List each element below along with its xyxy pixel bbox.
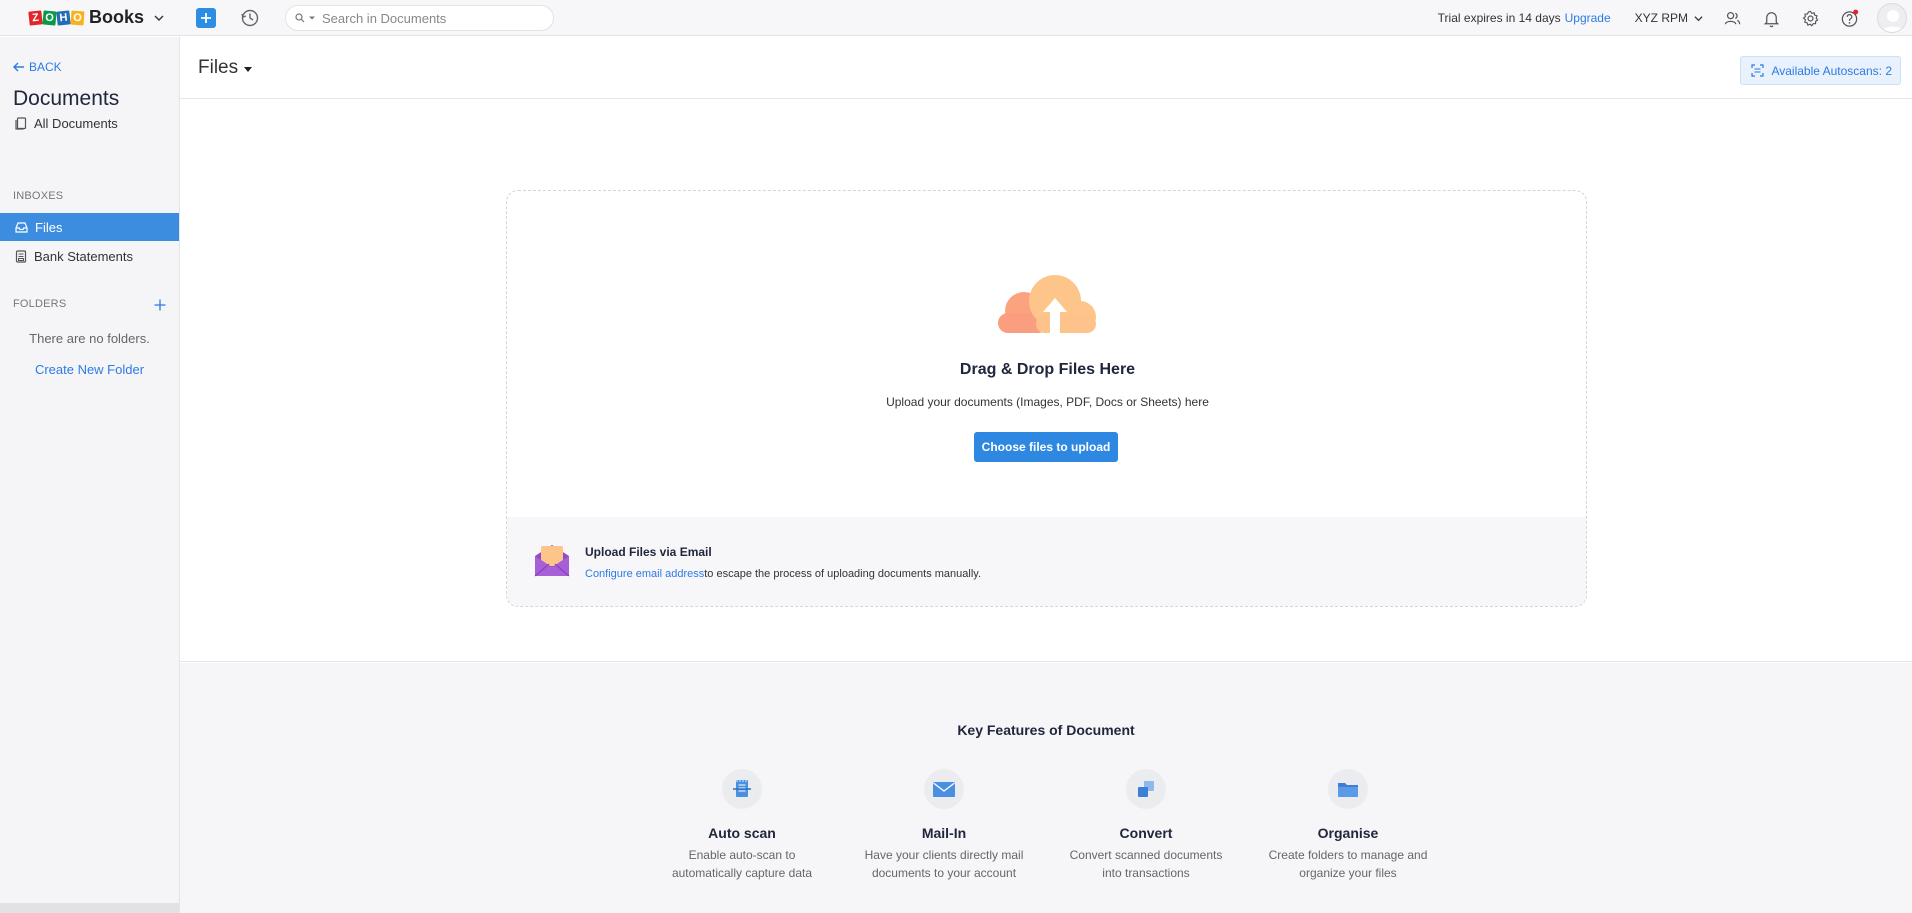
organization-name: XYZ RPM (1634, 11, 1688, 25)
dropzone-subtitle: Upload your documents (Images, PDF, Docs… (886, 395, 1209, 409)
autoscan-icon (1751, 64, 1765, 77)
folder-icon (1338, 783, 1358, 797)
sidebar-item-label: Files (35, 219, 63, 235)
autoscans-label: Available Autoscans: 2 (1771, 63, 1892, 78)
feature-name: Mail-In (921, 825, 967, 841)
email-upload-title: Upload Files via Email (585, 545, 712, 559)
top-right-actions: Trial expires in 14 days Upgrade XYZ RPM (1438, 0, 1912, 36)
documents-icon (15, 116, 27, 130)
chevron-down-icon (1694, 15, 1703, 21)
upload-area: Drag & Drop Files Here Upload your docum… (180, 99, 1912, 662)
feature-description: Create folders to manage and organize yo… (1268, 848, 1428, 880)
files-title-label: Files (198, 57, 239, 78)
search-bar (285, 5, 554, 31)
help-icon (1841, 9, 1859, 27)
feature-convert: Convert Convert scanned documents into t… (1056, 769, 1236, 882)
sidebar-item-bank-statements[interactable]: Bank Statements (0, 242, 179, 270)
feature-organise: Organise Create folders to manage and or… (1258, 769, 1438, 882)
feature-description: Convert scanned documents into transacti… (1069, 848, 1223, 880)
back-label: BACK (29, 60, 62, 74)
feature-description: Enable auto-scan to automatically captur… (671, 848, 813, 880)
sidebar-item-all-documents[interactable]: All Documents (0, 109, 179, 137)
email-envelope-icon (534, 545, 570, 577)
logo-letter: O (42, 9, 57, 26)
search-input[interactable] (322, 10, 522, 26)
cloud-upload-icon (998, 275, 1096, 333)
sidebar-item-files[interactable]: Files (0, 213, 179, 241)
top-bar: Z O H O Books Trial expires in 14 days U… (0, 0, 1912, 36)
choose-files-button[interactable]: Choose files to upload (974, 432, 1118, 462)
bell-icon[interactable] (1762, 9, 1781, 28)
history-icon[interactable] (240, 8, 260, 28)
files-title-dropdown[interactable]: Files (198, 57, 253, 79)
upgrade-link[interactable]: Upgrade (1565, 11, 1611, 25)
feature-name: Convert (1119, 825, 1173, 841)
user-avatar-icon (1881, 10, 1905, 32)
logo-letter: Z (28, 9, 43, 26)
logo-letter: H (56, 9, 71, 26)
feature-name: Auto scan (708, 825, 776, 841)
organization-switcher[interactable]: XYZ RPM (1635, 11, 1703, 25)
users-icon[interactable] (1723, 9, 1742, 28)
avatar[interactable] (1877, 3, 1907, 33)
feature-mail-in: Mail-In Have your clients directly mail … (854, 769, 1034, 882)
help-button[interactable] (1840, 9, 1859, 28)
sidebar-footer (0, 903, 179, 913)
feature-description: Have your clients directly mail document… (864, 848, 1024, 880)
main-content: Files Available Autoscans: 2 Drag & Drop… (180, 37, 1912, 913)
search-icon[interactable] (295, 13, 305, 23)
search-filter-dropdown-icon[interactable] (308, 14, 316, 22)
configure-email-link[interactable]: Configure email address (585, 568, 704, 580)
feature-auto-scan: Auto scan Enable auto-scan to automatica… (652, 769, 832, 882)
app-logo[interactable]: Z O H O Books (28, 0, 164, 36)
feature-name: Organise (1317, 825, 1379, 841)
features-title: Key Features of Document (957, 722, 1135, 738)
scan-icon (733, 780, 751, 797)
inbox-icon (15, 222, 28, 233)
sidebar-item-label: All Documents (34, 115, 118, 131)
mail-icon (933, 782, 955, 797)
trial-text: Trial expires in 14 days (1437, 11, 1561, 25)
dropzone-title: Drag & Drop Files Here (959, 361, 1136, 378)
feature-icon-wrapper (1126, 769, 1166, 809)
add-folder-icon[interactable] (153, 298, 167, 312)
feature-icon-wrapper (1328, 769, 1368, 809)
feature-icon-wrapper (722, 769, 762, 809)
back-link[interactable]: BACK (13, 60, 62, 74)
product-name: Books (89, 7, 145, 27)
key-features-section: Key Features of Document Auto scan Enabl… (180, 663, 1912, 913)
email-description-text: to escape the process of uploading docum… (704, 568, 982, 580)
sidebar: BACK Documents All Documents INBOXES Fil… (0, 37, 180, 913)
page-title: Documents (13, 87, 120, 110)
plus-icon (201, 13, 211, 23)
available-autoscans-button[interactable]: Available Autoscans: 2 (1740, 56, 1901, 85)
empty-folders-text: There are no folders. (29, 331, 150, 346)
inboxes-heading: INBOXES (13, 190, 64, 202)
convert-icon (1138, 781, 1154, 797)
zoho-logo: Z O H O (28, 9, 85, 26)
quick-create-button[interactable] (196, 8, 216, 28)
gear-icon[interactable] (1801, 9, 1820, 28)
page-header: Files Available Autoscans: 2 (180, 37, 1912, 99)
folders-heading: FOLDERS (13, 298, 67, 310)
logo-letter: O (70, 10, 85, 25)
email-upload-section: Upload Files via Email Configure email a… (507, 517, 1586, 606)
email-upload-description: Configure email addressto escape the pro… (585, 568, 981, 580)
create-folder-link[interactable]: Create New Folder (0, 362, 179, 377)
chevron-down-icon (154, 15, 164, 21)
feature-icon-wrapper (924, 769, 964, 809)
file-dropzone[interactable]: Drag & Drop Files Here Upload your docum… (506, 190, 1587, 607)
bank-statement-icon (15, 249, 27, 263)
sidebar-item-label: Bank Statements (34, 248, 133, 264)
arrow-left-icon (13, 62, 24, 72)
caret-down-icon (244, 66, 253, 72)
